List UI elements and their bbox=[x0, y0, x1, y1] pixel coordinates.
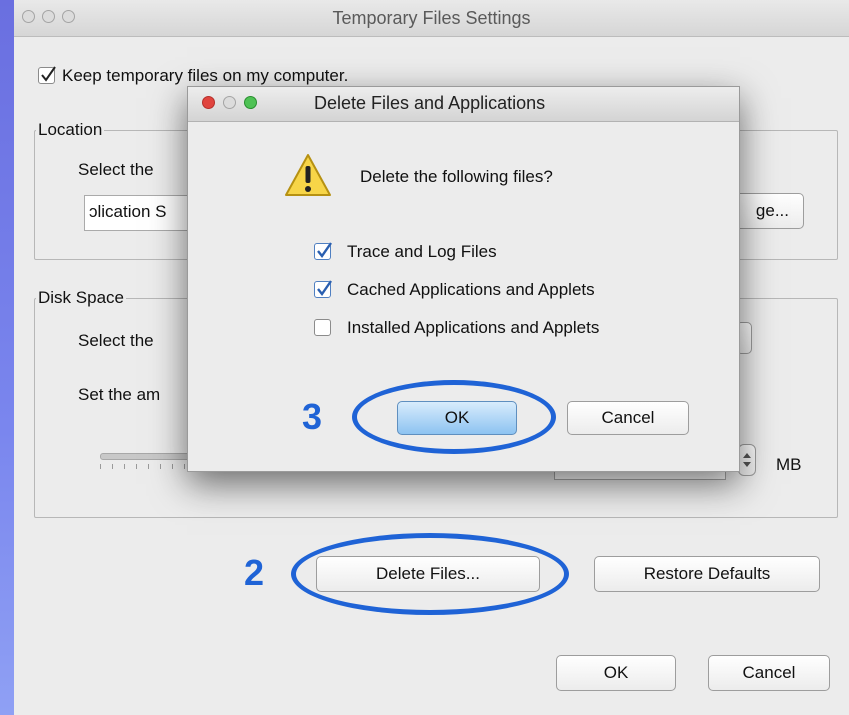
installed-applications-checkbox[interactable] bbox=[314, 319, 331, 336]
checkmark-icon bbox=[317, 242, 332, 259]
dialog-title: Delete Files and Applications bbox=[314, 93, 546, 113]
checkmark-icon bbox=[317, 280, 332, 297]
amount-stepper[interactable] bbox=[738, 444, 756, 476]
checkmark-icon bbox=[41, 66, 56, 82]
trace-log-files-checkbox[interactable] bbox=[314, 242, 332, 260]
location-path-field[interactable]: ɔlication S bbox=[84, 195, 204, 231]
dialog-close-icon[interactable] bbox=[202, 96, 215, 109]
main-ok-button[interactable]: OK bbox=[556, 655, 676, 691]
keep-temp-files-checkbox[interactable] bbox=[38, 66, 56, 84]
location-select-text: Select the bbox=[78, 160, 154, 179]
cached-applications-label: Cached Applications and Applets bbox=[347, 280, 595, 299]
disk-space-select-text: Select the bbox=[78, 331, 154, 350]
dialog-titlebar: Delete Files and Applications bbox=[188, 87, 739, 122]
dialog-zoom-icon[interactable] bbox=[244, 96, 257, 109]
step3-highlight-ellipse bbox=[352, 380, 556, 454]
keep-temp-files-label: Keep temporary files on my computer. bbox=[62, 66, 349, 85]
step3-annotation: 3 bbox=[302, 396, 323, 437]
step2-annotation: 2 bbox=[244, 552, 265, 593]
stepper-arrows-icon bbox=[743, 453, 751, 467]
cached-applications-checkbox[interactable] bbox=[314, 280, 332, 298]
restore-defaults-button[interactable]: Restore Defaults bbox=[594, 556, 820, 592]
trace-log-files-label: Trace and Log Files bbox=[347, 242, 497, 261]
window-title: Temporary Files Settings bbox=[332, 8, 531, 28]
dialog-prompt: Delete the following files? bbox=[360, 167, 553, 186]
dialog-cancel-button[interactable]: Cancel bbox=[567, 401, 689, 435]
warning-icon bbox=[285, 154, 331, 196]
disk-space-set-text: Set the am bbox=[78, 385, 161, 404]
step2-highlight-ellipse bbox=[291, 533, 569, 615]
installed-applications-label: Installed Applications and Applets bbox=[347, 318, 600, 337]
main-cancel-button[interactable]: Cancel bbox=[708, 655, 830, 691]
window-titlebar: Temporary Files Settings bbox=[14, 0, 849, 37]
location-legend: Location bbox=[36, 120, 105, 140]
disk-space-legend: Disk Space bbox=[36, 288, 126, 308]
slider-ticks bbox=[100, 464, 200, 469]
disk-space-unit: MB bbox=[776, 455, 802, 474]
dialog-minimize-icon[interactable] bbox=[223, 96, 236, 109]
